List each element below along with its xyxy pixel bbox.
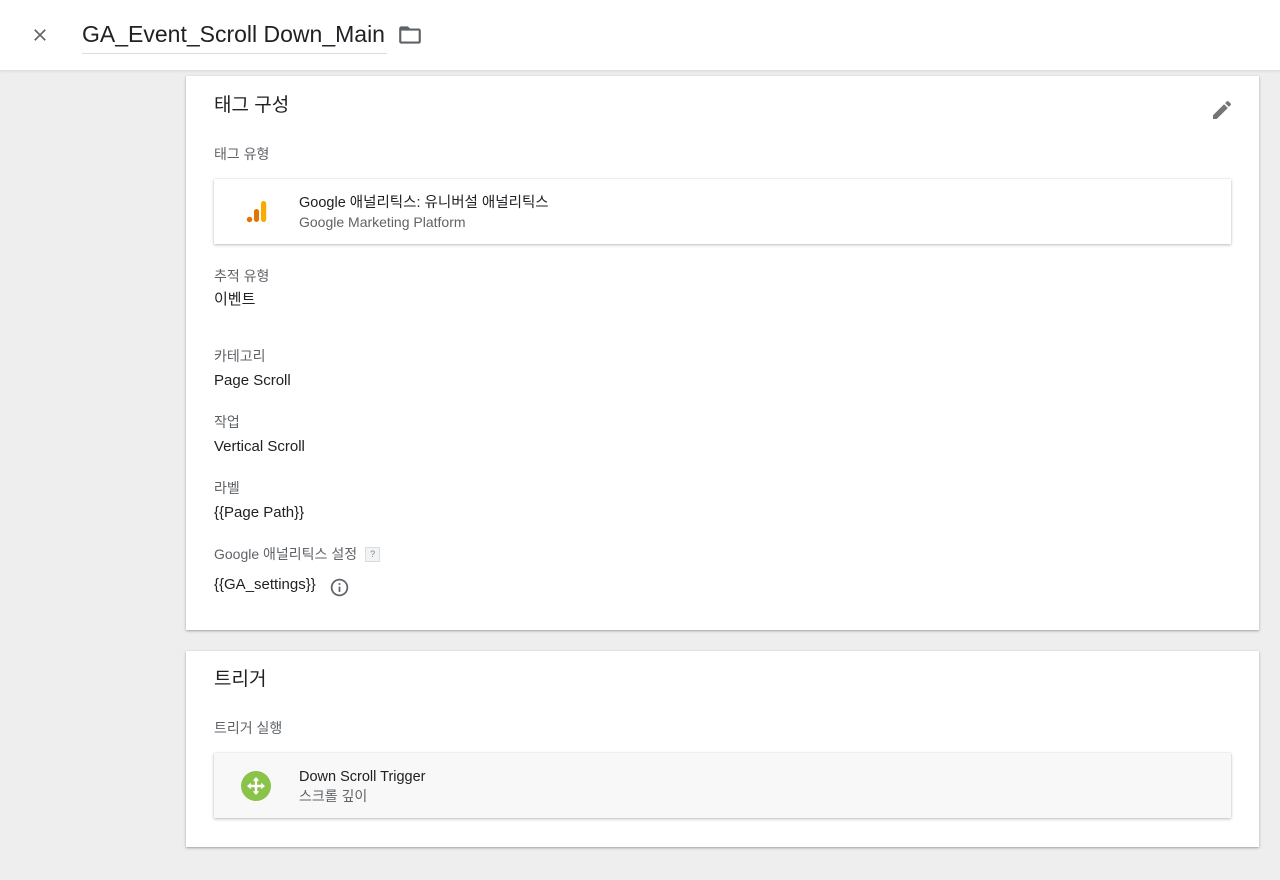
tag-type-selector[interactable]: Google 애널리틱스: 유니버설 애널리틱스 Google Marketin… — [214, 179, 1231, 244]
info-icon — [330, 578, 348, 596]
ga-settings-label: Google 애널리틱스 설정 — [214, 546, 358, 562]
tag-configuration-card: 태그 구성 태그 유형 Google 애널리틱스: 유니버설 애널리틱스 Goo… — [186, 76, 1259, 630]
ga-settings-label-row: Google 애널리틱스 설정? — [214, 545, 381, 563]
tag-configuration-title: 태그 구성 — [214, 95, 290, 116]
action-value: Vertical Scroll — [214, 438, 305, 455]
close-icon — [34, 29, 46, 41]
triggering-title: 트리거 — [214, 669, 267, 690]
action-label: 작업 — [214, 414, 240, 430]
info-button[interactable] — [328, 576, 350, 598]
ga-settings-value: {{GA_settings}} — [214, 576, 316, 593]
close-button[interactable] — [24, 19, 56, 51]
trigger-item[interactable]: Down Scroll Trigger 스크롤 깊이 — [214, 753, 1231, 818]
scroll-depth-icon — [240, 770, 272, 802]
firing-triggers-label: 트리거 실행 — [214, 720, 283, 736]
track-type-value: 이벤트 — [214, 291, 256, 308]
trigger-type: 스크롤 깊이 — [299, 788, 368, 804]
folder-icon — [399, 26, 421, 44]
tag-type-label: 태그 유형 — [214, 146, 270, 162]
tag-type-name: Google 애널리틱스: 유니버설 애널리틱스 — [299, 195, 549, 211]
track-type-label: 추적 유형 — [214, 268, 270, 284]
edit-tag-button[interactable] — [1208, 96, 1236, 124]
triggering-card: 트리거 트리거 실행 Down Scroll Trigger 스크롤 깊이 — [186, 651, 1259, 847]
google-analytics-icon — [240, 196, 272, 228]
top-bar: GA_Event_Scroll Down_Main — [0, 0, 1280, 71]
label-field-value: {{Page Path}} — [214, 504, 305, 521]
tag-type-provider: Google Marketing Platform — [299, 214, 466, 230]
help-icon[interactable]: ? — [365, 547, 381, 562]
label-field-label: 라벨 — [214, 480, 240, 496]
trigger-name: Down Scroll Trigger — [299, 769, 426, 785]
tag-name-input[interactable]: GA_Event_Scroll Down_Main — [82, 18, 387, 54]
category-label: 카테고리 — [214, 348, 266, 364]
pencil-icon — [1213, 100, 1232, 119]
folder-button[interactable] — [395, 21, 425, 49]
category-value: Page Scroll — [214, 372, 291, 389]
